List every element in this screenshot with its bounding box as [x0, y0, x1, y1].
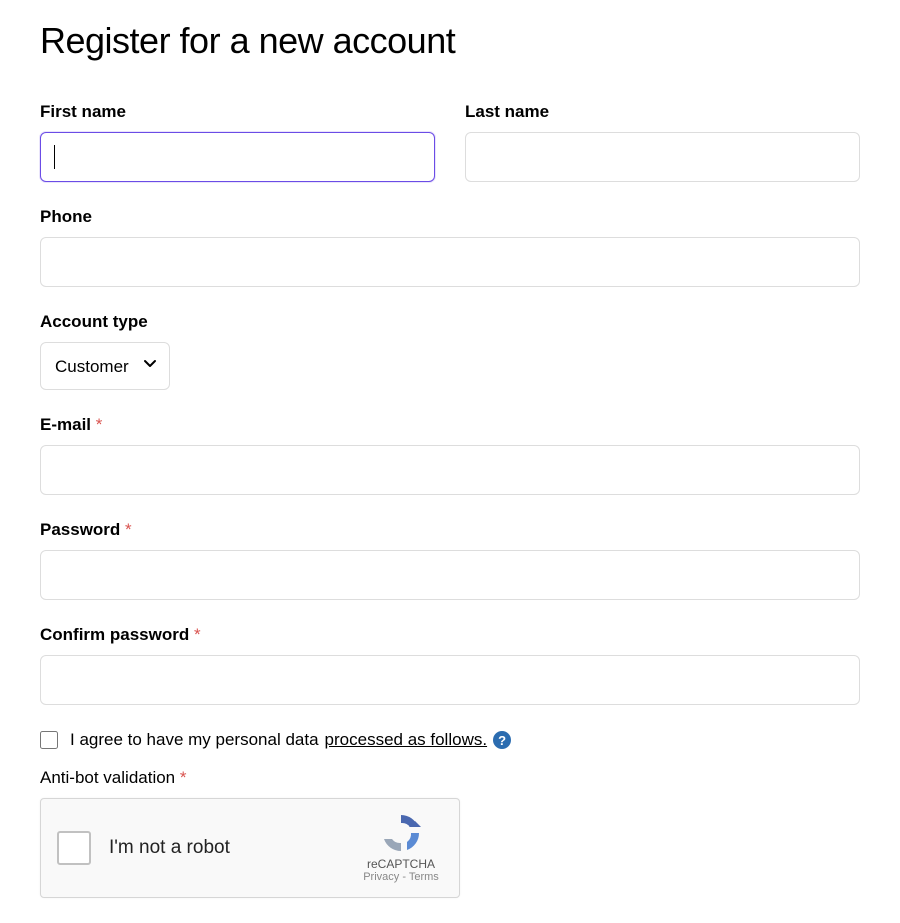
recaptcha-checkbox[interactable] [57, 831, 91, 865]
first-name-field-group: First name [40, 102, 435, 182]
account-type-select[interactable]: Customer [40, 342, 170, 390]
email-input[interactable] [40, 445, 860, 495]
recaptcha-widget: I'm not a robot reCAPTCHA Privacy - Term… [40, 798, 460, 898]
recaptcha-brand-name: reCAPTCHA [361, 857, 441, 871]
consent-checkbox[interactable] [40, 731, 58, 749]
confirm-password-input[interactable] [40, 655, 860, 705]
phone-input[interactable] [40, 237, 860, 287]
last-name-input[interactable] [465, 132, 860, 182]
required-asterisk: * [96, 415, 103, 434]
password-field-group: Password * [40, 520, 860, 600]
required-asterisk: * [125, 520, 132, 539]
recaptcha-privacy-link[interactable]: Privacy [363, 871, 399, 883]
recaptcha-text: I'm not a robot [109, 837, 230, 859]
password-label: Password * [40, 520, 860, 540]
required-asterisk: * [194, 625, 201, 644]
consent-text-prefix: I agree to have my personal data [70, 730, 319, 750]
text-cursor-icon [54, 145, 55, 169]
email-label: E-mail * [40, 415, 860, 435]
first-name-label: First name [40, 102, 435, 122]
last-name-label: Last name [465, 102, 860, 122]
page-title: Register for a new account [40, 20, 860, 62]
account-type-field-group: Account type Customer [40, 312, 860, 390]
help-icon[interactable]: ? [493, 731, 511, 749]
confirm-password-label: Confirm password * [40, 625, 860, 645]
phone-label: Phone [40, 207, 860, 227]
recaptcha-terms-link[interactable]: Terms [409, 871, 439, 883]
phone-field-group: Phone [40, 207, 860, 287]
consent-link[interactable]: processed as follows. [325, 730, 488, 750]
consent-row: I agree to have my personal data process… [40, 730, 860, 750]
antibot-label: Anti-bot validation * [40, 768, 860, 788]
first-name-input[interactable] [40, 132, 435, 182]
register-form: First name Last name Phone Account type … [40, 102, 860, 898]
account-type-label: Account type [40, 312, 860, 332]
required-asterisk: * [180, 768, 187, 787]
recaptcha-logo-icon [379, 811, 423, 855]
email-field-group: E-mail * [40, 415, 860, 495]
recaptcha-separator: - [399, 871, 409, 883]
last-name-field-group: Last name [465, 102, 860, 182]
password-input[interactable] [40, 550, 860, 600]
confirm-password-field-group: Confirm password * [40, 625, 860, 705]
recaptcha-brand: reCAPTCHA Privacy - Terms [361, 811, 441, 883]
